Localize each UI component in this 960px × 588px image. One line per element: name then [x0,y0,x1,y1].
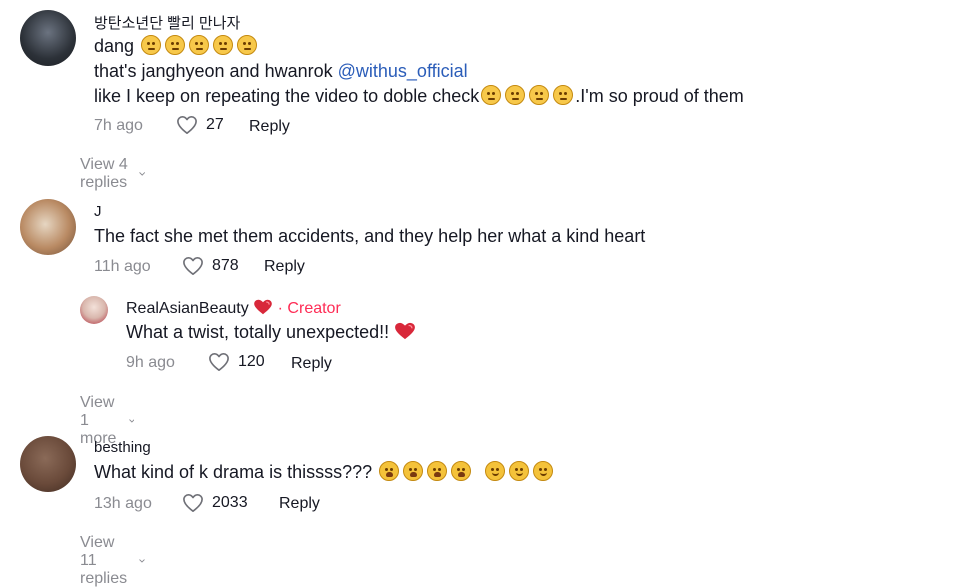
reply-button[interactable]: Reply [249,118,290,136]
heart-outline-icon [177,116,197,134]
like-count: 120 [238,353,265,370]
heart-outline-icon [183,257,203,275]
emoji-icon [505,85,526,105]
comment-username[interactable]: 방탄소년단 빨리 만나자 [94,12,240,33]
emoji-icon [529,85,550,105]
like-button[interactable]: 27 [176,115,224,135]
comment-text: What kind of k drama is thissss??? [94,462,373,482]
reply-button[interactable]: Reply [264,258,305,276]
avatar[interactable] [20,199,76,255]
comment-text-line: dang [94,34,259,58]
emoji-icon [451,461,472,481]
comment-text: .I'm so proud of them [575,86,744,106]
avatar[interactable] [20,10,76,66]
avatar[interactable] [20,436,76,492]
emoji-icon [165,35,186,55]
emoji-icon [237,35,258,55]
heart-outline-icon [183,494,203,512]
creator-badge: · Creator [277,300,341,317]
comment-text: like I keep on repeating the video to do… [94,86,480,106]
emoji-icon [509,461,530,481]
comment-text: that's janghyeon and hwanrok [94,61,333,81]
like-button[interactable]: 120 [208,352,265,372]
emoji-icon [553,85,574,105]
comment-time: 7h ago [94,117,143,134]
comment-username[interactable]: J [94,203,102,220]
reply-text: What a twist, totally unexpected!! [126,322,390,342]
like-count: 878 [212,257,239,274]
red-heart-icon [395,322,416,340]
heart-outline-icon [209,353,229,371]
like-count: 27 [206,116,224,133]
emoji-icon [427,461,448,481]
chevron-down-icon [128,419,135,423]
emoji-icon [403,461,424,481]
comment-text-line: What kind of k drama is thissss??? [94,460,555,484]
comment-time: 13h ago [94,495,152,512]
like-button[interactable]: 2033 [182,493,248,513]
like-button[interactable]: 878 [182,256,239,276]
view-replies-label: View 11 replies [80,534,128,587]
comment-text-line: like I keep on repeating the video to do… [94,84,744,108]
reply-username[interactable]: RealAsianBeauty [126,300,249,317]
reply-button[interactable]: Reply [279,495,320,513]
comment-username[interactable]: besthing [94,439,151,456]
emoji-icon [485,461,506,481]
comment-text: The fact she met them accidents, and the… [94,226,646,246]
emoji-icon [379,461,400,481]
emoji-icon [189,35,210,55]
reply-button[interactable]: Reply [291,355,332,373]
reply-avatar[interactable] [80,296,108,324]
red-heart-icon [254,299,273,315]
emoji-icon [141,35,162,55]
view-replies-button[interactable]: View 4 replies [80,156,145,192]
view-replies-button[interactable]: View 11 replies [80,534,145,588]
comment-text-line: that's janghyeon and hwanrok @withus_off… [94,59,468,83]
reply-text-line: What a twist, totally unexpected!! [126,320,416,344]
comment-text: dang [94,36,135,56]
comment-time: 11h ago [94,258,151,275]
emoji-icon [533,461,554,481]
emoji-icon [213,35,234,55]
mention-link[interactable]: @withus_official [338,61,468,81]
chevron-down-icon [138,172,145,176]
reply-time: 9h ago [126,354,175,371]
view-replies-label: View 4 replies [80,156,128,191]
reply-username-row: RealAsianBeauty · Creator [126,299,341,318]
like-count: 2033 [212,494,248,511]
emoji-icon [481,85,502,105]
